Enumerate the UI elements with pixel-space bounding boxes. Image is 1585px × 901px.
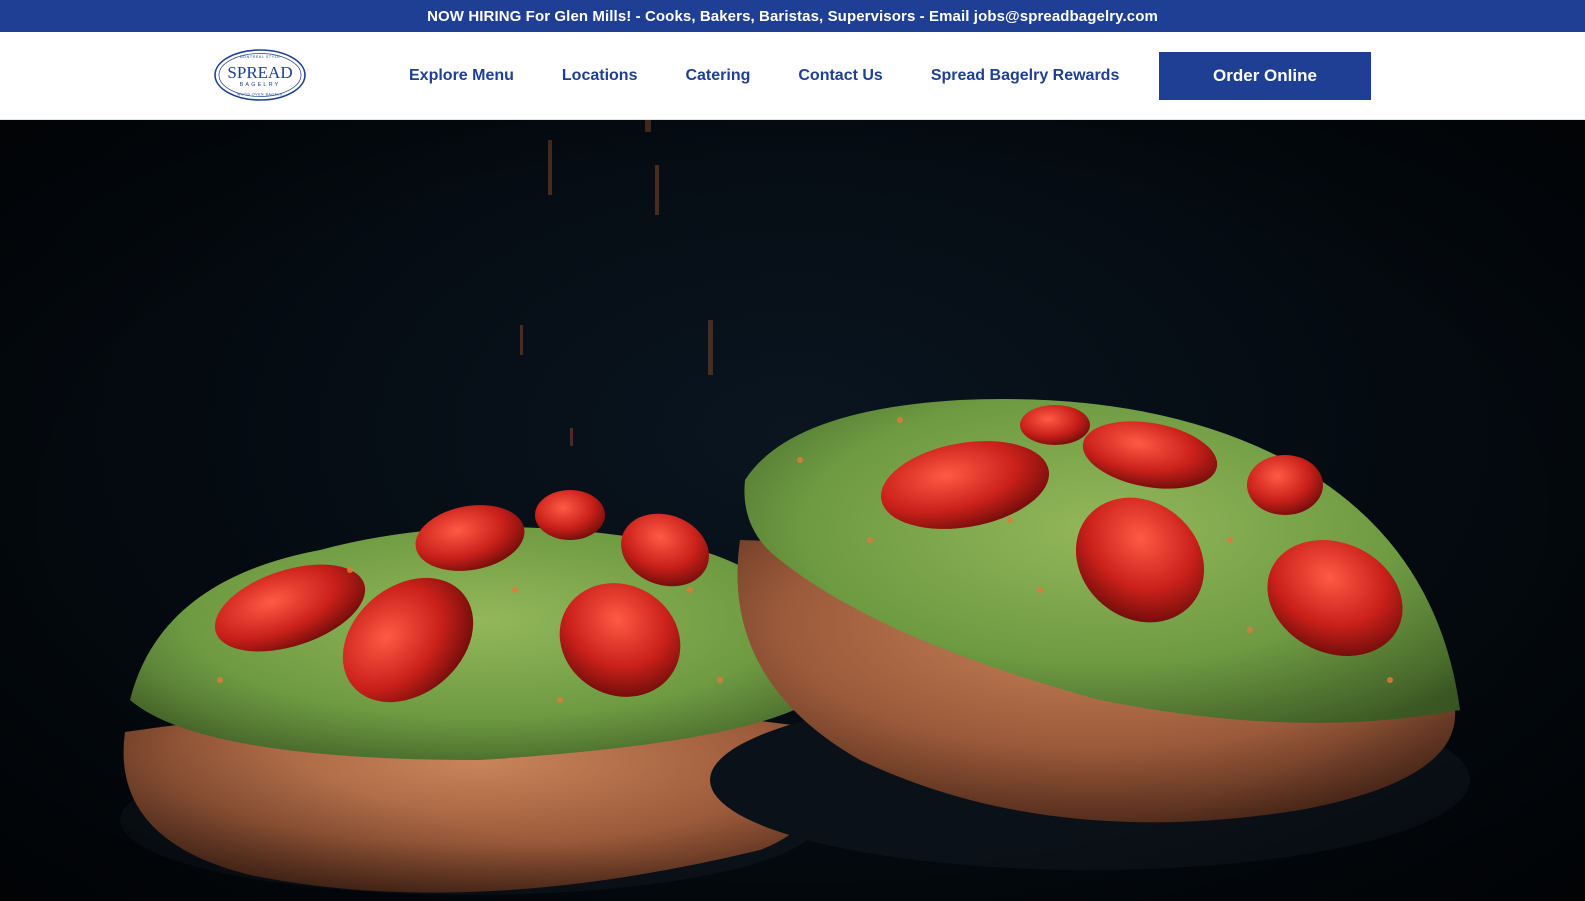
site-header: MONTREAL STYLE SPREAD BAGELRY WOOD OVEN … bbox=[0, 32, 1585, 120]
svg-text:MONTREAL STYLE: MONTREAL STYLE bbox=[240, 55, 281, 59]
announcement-bar: NOW HIRING For Glen Mills! - Cooks, Bake… bbox=[0, 0, 1585, 32]
nav-explore-menu[interactable]: Explore Menu bbox=[409, 67, 514, 85]
main-nav: Explore Menu Locations Catering Contact … bbox=[409, 32, 1167, 119]
spread-bagelry-logo[interactable]: MONTREAL STYLE SPREAD BAGELRY WOOD OVEN … bbox=[213, 48, 307, 102]
nav-contact-us[interactable]: Contact Us bbox=[798, 67, 882, 85]
svg-text:BAGELRY: BAGELRY bbox=[240, 82, 281, 88]
order-online-button[interactable]: Order Online bbox=[1159, 52, 1371, 100]
nav-rewards[interactable]: Spread Bagelry Rewards bbox=[931, 67, 1120, 85]
nav-catering[interactable]: Catering bbox=[685, 67, 750, 85]
nav-locations[interactable]: Locations bbox=[562, 67, 638, 85]
svg-text:WOOD OVEN BAGELS: WOOD OVEN BAGELS bbox=[237, 93, 283, 97]
hero-banner bbox=[0, 120, 1585, 901]
svg-text:SPREAD: SPREAD bbox=[227, 63, 292, 82]
announcement-text: NOW HIRING For Glen Mills! - Cooks, Bake… bbox=[427, 7, 1158, 25]
hero-image bbox=[0, 120, 1585, 901]
